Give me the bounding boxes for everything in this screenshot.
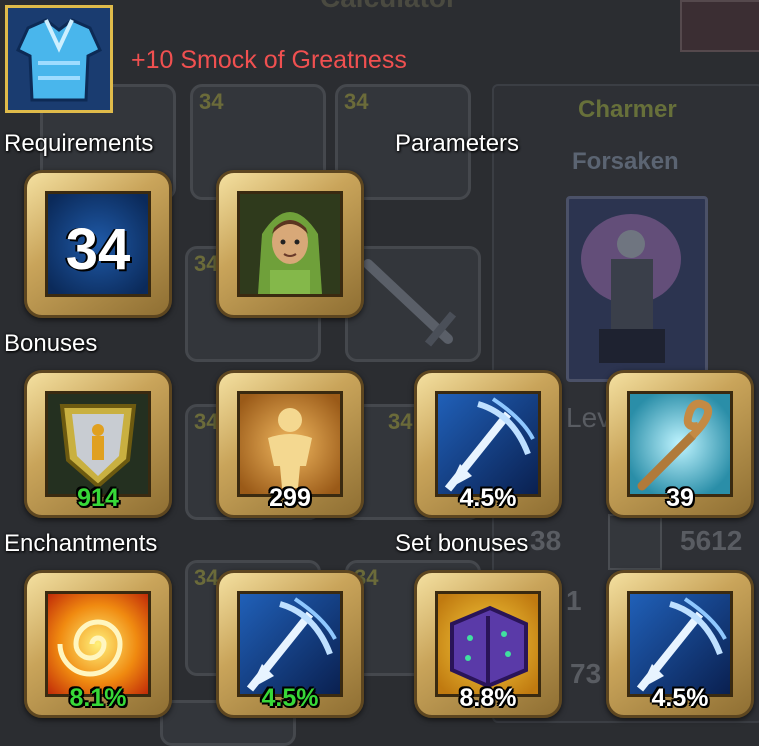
enchant-tile-fire: 8.1% (24, 570, 172, 718)
bonus-value: 299 (269, 484, 311, 512)
faction-name: Forsaken (572, 148, 679, 175)
bg-slot-level: 34 (199, 89, 224, 114)
set-bonus-value: 4.5% (651, 684, 709, 712)
set-bonus-tile-speed: 4.5% (606, 570, 754, 718)
enchant-icon-bg (237, 591, 343, 697)
bonus-tile-speed: 4.5% (414, 370, 562, 518)
bg-slot-level: 34 (194, 409, 219, 434)
bonuses-label: Bonuses (4, 330, 98, 357)
spellbook-icon (450, 605, 528, 689)
bg-slot-level: 34 (344, 89, 369, 114)
class-background (237, 191, 343, 297)
sword-icon (363, 259, 457, 347)
bg-stat-value: 1 (566, 585, 582, 616)
arrow-speed-icon (636, 597, 727, 692)
blue-armor-icon (8, 8, 110, 110)
set-bonus-icon-bg (435, 591, 541, 697)
body-stat-icon (608, 514, 662, 570)
bonus-value: 39 (666, 484, 694, 512)
bg-stat-value: 73 (570, 658, 602, 689)
set-bonuses-label: Set bonuses (395, 530, 529, 557)
character-portrait (566, 196, 708, 382)
staff-magic-icon (637, 399, 713, 491)
shield-defense-icon (59, 404, 137, 489)
set-bonus-icon-bg (627, 591, 733, 697)
bg-top-right-slot[interactable] (680, 0, 759, 52)
arrow-speed-icon (246, 597, 337, 692)
required-level: 34 (65, 217, 131, 282)
hooded-charmer-portrait (258, 212, 322, 294)
set-bonus-value: 8.8% (459, 684, 517, 712)
bg-stat-value: 5612 (680, 525, 743, 556)
bonus-icon-bg (435, 391, 541, 497)
bg-stat-value: 38 (530, 525, 562, 556)
enchant-tile-speed: 4.5% (216, 570, 364, 718)
bg-slot-level: 34 (388, 409, 413, 434)
enchantments-label: Enchantments (4, 530, 158, 557)
level-background: 34 (45, 191, 151, 297)
bonus-tile-magic: 39 (606, 370, 754, 518)
bonus-icon-bg (627, 391, 733, 497)
bonus-tile-defense: 914 (24, 370, 172, 518)
body-health-icon (268, 408, 312, 488)
bg-slot-level: 34 (194, 565, 219, 590)
item-icon (5, 5, 113, 113)
enchant-value: 4.5% (261, 684, 319, 712)
required-class-tile (216, 170, 364, 318)
calculator-title: Calculator (320, 0, 457, 14)
required-level-tile: 34 (24, 170, 172, 318)
level-label: Lev (566, 402, 612, 433)
forsaken-character-icon (581, 214, 681, 363)
arrow-speed-icon (444, 397, 535, 492)
requirements-label: Requirements (4, 130, 154, 157)
bg-slot-level: 34 (194, 251, 219, 276)
parameters-label: Parameters (395, 130, 520, 157)
bg-equip-slot[interactable] (345, 246, 481, 362)
fire-swirl-icon (57, 619, 123, 677)
bonus-value: 4.5% (459, 484, 517, 512)
bonus-tile-health: 299 (216, 370, 364, 518)
enchant-icon-bg (45, 591, 151, 697)
class-name: Charmer (578, 96, 677, 123)
item-name: +10 Smock of Greatness (131, 46, 407, 74)
enchant-value: 8.1% (69, 684, 127, 712)
bonus-icon-bg (45, 391, 151, 497)
bonus-icon-bg (237, 391, 343, 497)
bonus-value: 914 (77, 484, 119, 512)
set-bonus-tile-spellbook: 8.8% (414, 570, 562, 718)
